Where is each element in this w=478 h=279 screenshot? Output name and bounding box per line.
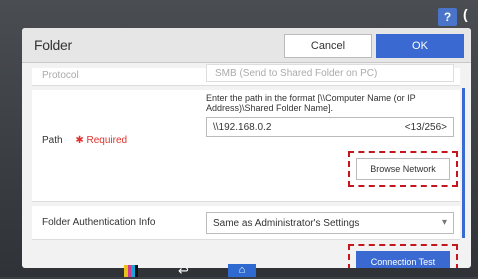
corner-glyph: (: [463, 6, 468, 22]
path-input[interactable]: \\192.168.0.2 <13/256>: [206, 117, 454, 137]
dialog-titlebar: Folder Cancel OK: [22, 28, 471, 63]
dialog-title: Folder: [34, 37, 72, 53]
path-value: \\192.168.0.2: [213, 122, 272, 133]
settings-content: Protocol SMB (Send to Shared Folder on P…: [32, 64, 460, 268]
auth-label: Folder Authentication Info: [42, 217, 156, 228]
chevron-down-icon: ▾: [441, 217, 447, 228]
protocol-select[interactable]: SMB (Send to Shared Folder on PC): [206, 64, 454, 82]
path-hint: Enter the path in the format [\\Computer…: [206, 93, 416, 113]
auth-row: Folder Authentication Info Same as Admin…: [32, 206, 460, 240]
auth-select[interactable]: Same as Administrator's Settings ▾: [206, 212, 454, 234]
protocol-label: Protocol: [42, 70, 79, 81]
auth-value: Same as Administrator's Settings: [213, 218, 360, 229]
scrollbar[interactable]: [462, 88, 465, 238]
path-label-text: Path: [42, 135, 63, 146]
home-icon[interactable]: ⌂: [228, 264, 256, 277]
browse-highlight: [348, 151, 458, 187]
path-counter: <13/256>: [404, 122, 447, 133]
protocol-row: Protocol SMB (Send to Shared Folder on P…: [32, 64, 460, 86]
folder-dialog: Folder Cancel OK Protocol SMB (Send to S…: [22, 28, 471, 268]
ink-icon[interactable]: [124, 265, 138, 277]
protocol-value: SMB (Send to Shared Folder on PC): [215, 68, 378, 79]
path-row: Enter the path in the format [\\Computer…: [32, 90, 460, 202]
path-label: Path ✱ Required: [42, 135, 127, 146]
required-label: ✱ Required: [75, 135, 128, 146]
cancel-button[interactable]: Cancel: [284, 34, 372, 58]
help-button[interactable]: ?: [438, 8, 457, 26]
ok-button[interactable]: OK: [376, 34, 464, 58]
